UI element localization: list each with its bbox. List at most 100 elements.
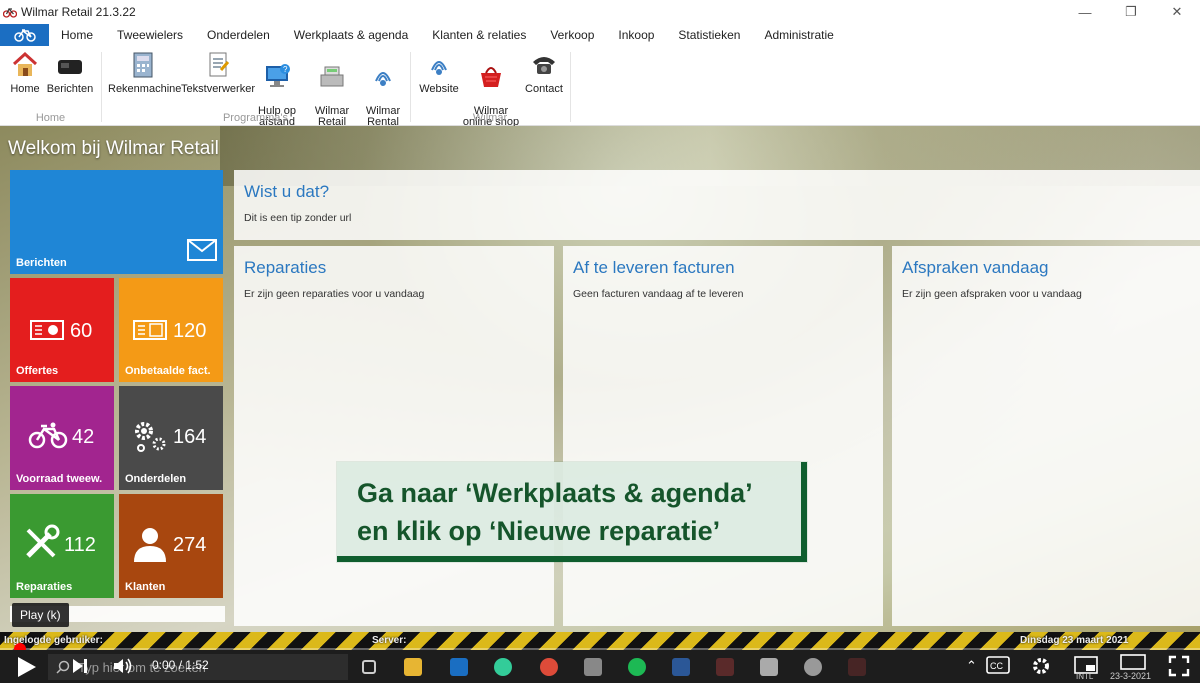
house-icon bbox=[10, 50, 40, 80]
bicycle-logo-icon bbox=[2, 6, 18, 18]
menu-bar: Home Tweewielers Onderdelen Werkplaats &… bbox=[0, 24, 1200, 46]
ribbon-berichten-label: Berichten bbox=[46, 83, 94, 95]
play-button[interactable] bbox=[12, 654, 40, 683]
window-title: Wilmar Retail 21.3.22 bbox=[21, 5, 136, 19]
tile-voorraad-count: 42 bbox=[72, 426, 95, 448]
app-menu-button[interactable] bbox=[0, 24, 49, 46]
ribbon-contact-button[interactable]: Contact bbox=[524, 50, 564, 95]
captions-button[interactable]: CC bbox=[986, 656, 1010, 679]
panel-afspraken-title[interactable]: Afspraken vandaag bbox=[902, 258, 1049, 278]
envelope-icon bbox=[187, 239, 217, 266]
ribbon-rekenmachine-button[interactable]: Rekenmachine bbox=[108, 50, 181, 95]
tile-reparaties-label: Reparaties bbox=[16, 581, 73, 593]
word-icon[interactable] bbox=[672, 658, 690, 676]
tile-onbetaalde-count: 120 bbox=[173, 320, 207, 342]
panel-reparaties-text: Er zijn geen reparaties voor u vandaag bbox=[244, 288, 425, 300]
tile-berichten-label: Berichten bbox=[16, 257, 67, 269]
panel-afspraken-text: Er zijn geen afspraken voor u vandaag bbox=[902, 288, 1082, 300]
panel-reparaties-title[interactable]: Reparaties bbox=[244, 258, 326, 278]
play-tooltip: Play (k) bbox=[12, 603, 69, 627]
tile-onderdelen-label: Onderdelen bbox=[125, 473, 187, 485]
tip-title: Wist u dat? bbox=[244, 182, 330, 201]
menu-onderdelen[interactable]: Onderdelen bbox=[195, 24, 282, 46]
ribbon: Home Berichten Rekenmachine Tekstverwerk… bbox=[0, 46, 1200, 139]
ribbon-tekstverwerker-label: Tekstverwerker bbox=[181, 83, 255, 95]
slack-icon[interactable] bbox=[494, 658, 512, 676]
app-icon[interactable] bbox=[584, 658, 602, 676]
tile-berichten[interactable]: Berichten bbox=[10, 170, 223, 274]
cash-register-icon bbox=[317, 61, 347, 91]
tile-voorraad-tweewielers[interactable]: 42 Voorraad tweew. bbox=[10, 386, 114, 490]
file-explorer-icon[interactable] bbox=[404, 658, 422, 676]
minimize-button[interactable]: — bbox=[1062, 0, 1108, 24]
bicycle-icon bbox=[13, 29, 36, 42]
ribbon-website-button[interactable]: Website bbox=[418, 50, 460, 95]
ribbon-group-home: Home bbox=[35, 112, 66, 124]
bicycle-icon bbox=[28, 422, 68, 455]
task-view-icon[interactable] bbox=[362, 660, 376, 674]
website-icon bbox=[424, 50, 454, 80]
fullscreen-button[interactable] bbox=[1168, 655, 1190, 682]
menu-werkplaats-agenda[interactable]: Werkplaats & agenda bbox=[282, 24, 421, 46]
tile-onderdelen-count: 164 bbox=[173, 426, 207, 448]
video-time: 0:00 / 1:52 bbox=[152, 658, 209, 672]
tile-offertes-count: 60 bbox=[70, 320, 93, 342]
ribbon-group-programmas: Programma's bbox=[222, 112, 289, 124]
ribbon-tekstverwerker-button[interactable]: Tekstverwerker bbox=[181, 50, 255, 95]
ribbon-contact-label: Contact bbox=[525, 83, 563, 95]
ribbon-berichten-button[interactable]: Berichten bbox=[46, 50, 94, 95]
outlook-icon[interactable] bbox=[450, 658, 468, 676]
quote-icon bbox=[30, 320, 64, 345]
volume-icon bbox=[114, 658, 132, 674]
ribbon-home-button[interactable]: Home bbox=[8, 50, 42, 95]
panel-facturen-title[interactable]: Af te leveren facturen bbox=[573, 258, 735, 278]
tile-onbetaalde-facturen[interactable]: 120 Onbetaalde fact. bbox=[119, 278, 223, 382]
menu-verkoop[interactable]: Verkoop bbox=[538, 24, 606, 46]
settings-button[interactable] bbox=[1030, 655, 1052, 682]
calculator-icon bbox=[128, 50, 158, 80]
phone-icon bbox=[529, 50, 559, 80]
taskbar: Typ hier om te zoeken 0:00 / 1:52 ⌃ CC I… bbox=[0, 650, 1200, 683]
close-button[interactable]: ✕ bbox=[1154, 0, 1200, 24]
tile-offertes-label: Offertes bbox=[16, 365, 59, 377]
tile-onderdelen[interactable]: 164 Onderdelen bbox=[119, 386, 223, 490]
chevron-up-icon[interactable]: ⌃ bbox=[966, 658, 977, 674]
tile-klanten-count: 274 bbox=[173, 534, 207, 556]
tile-klanten[interactable]: 274 Klanten bbox=[119, 494, 223, 598]
gear-icon bbox=[1033, 658, 1049, 674]
tile-voorraad-label: Voorraad tweew. bbox=[16, 473, 103, 485]
search-icon bbox=[56, 660, 70, 674]
ribbon-group-wilmar: Wilmar bbox=[472, 112, 508, 124]
theater-icon bbox=[1120, 654, 1146, 670]
fullscreen-icon bbox=[1168, 655, 1190, 677]
menu-statistieken[interactable]: Statistieken bbox=[666, 24, 752, 46]
cash-register-taskbar-icon[interactable] bbox=[760, 658, 778, 676]
tile-reparaties[interactable]: 112 Reparaties bbox=[10, 494, 114, 598]
title-bar: Wilmar Retail 21.3.22 — ❐ ✕ bbox=[0, 0, 1200, 24]
menu-inkoop[interactable]: Inkoop bbox=[606, 24, 666, 46]
video-caption: Ga naar ‘Werkplaats & agenda’ en klik op… bbox=[337, 462, 807, 562]
skip-next-icon bbox=[73, 659, 87, 673]
ribbon-separator bbox=[570, 52, 571, 122]
gears-icon bbox=[131, 418, 169, 459]
spotify-icon[interactable] bbox=[628, 658, 646, 676]
volume-button[interactable] bbox=[112, 656, 134, 681]
chrome-icon[interactable] bbox=[540, 658, 558, 676]
next-button[interactable] bbox=[70, 656, 90, 681]
tile-offertes[interactable]: 60 Offertes bbox=[10, 278, 114, 382]
wilmar-active-icon[interactable] bbox=[848, 658, 866, 676]
status-server-label: Server: bbox=[372, 635, 407, 646]
tip-text: Dit is een tip zonder url bbox=[244, 212, 352, 224]
panel-facturen-text: Geen facturen vandaag af te leveren bbox=[573, 288, 744, 300]
panel-af-te-leveren-facturen: Af te leveren facturen Geen facturen van… bbox=[563, 246, 883, 626]
wilmar-taskbar-icon[interactable] bbox=[716, 658, 734, 676]
menu-home[interactable]: Home bbox=[49, 24, 105, 46]
restore-button[interactable]: ❐ bbox=[1108, 0, 1154, 24]
menu-administratie[interactable]: Administratie bbox=[752, 24, 845, 46]
app2-icon[interactable] bbox=[804, 658, 822, 676]
tile-reparaties-count: 112 bbox=[64, 534, 96, 556]
svg-text:?: ? bbox=[283, 65, 288, 74]
menu-tweewielers[interactable]: Tweewielers bbox=[105, 24, 195, 46]
menu-klanten-relaties[interactable]: Klanten & relaties bbox=[420, 24, 538, 46]
caption-line-1: Ga naar ‘Werkplaats & agenda’ bbox=[357, 478, 753, 508]
